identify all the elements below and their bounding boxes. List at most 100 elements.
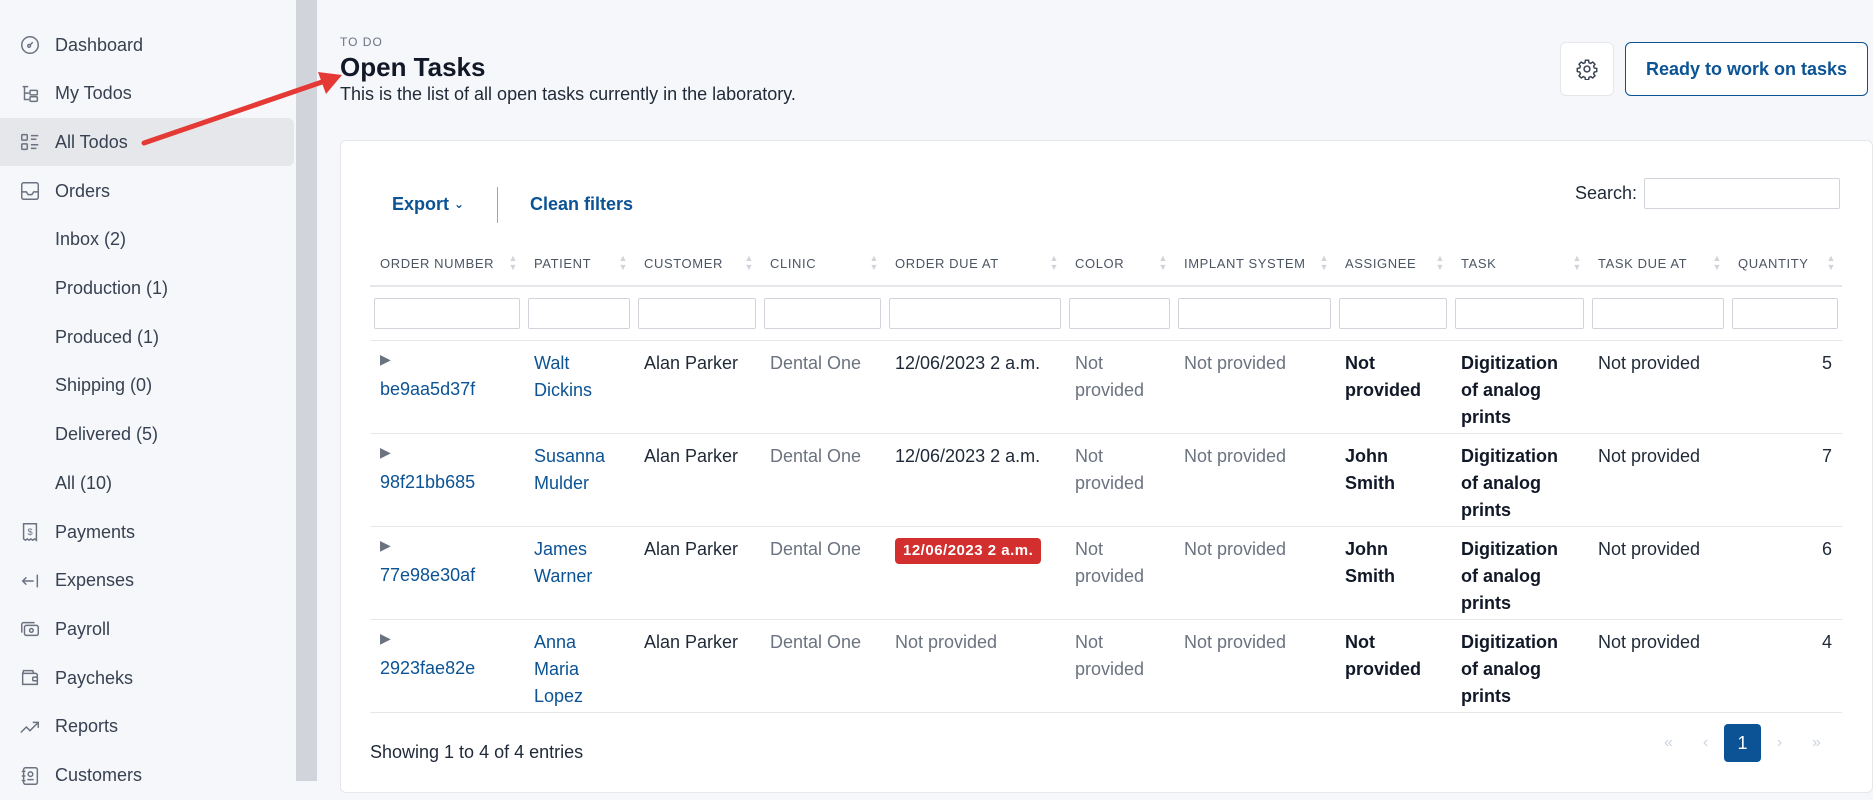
column-filter-input-patient[interactable]: [528, 297, 630, 329]
column-header-quantity[interactable]: QUANTITY ▲ ▼: [1728, 242, 1842, 287]
expand-row-icon[interactable]: ▶: [380, 629, 514, 647]
expand-row-icon[interactable]: ▶: [380, 443, 514, 461]
cell-assignee: John Smith: [1335, 526, 1451, 620]
column-filter-input-assignee[interactable]: [1339, 297, 1447, 329]
sidebar-item-delivered-5[interactable]: Delivered (5): [0, 411, 294, 459]
order-number-value[interactable]: be9aa5d37f: [380, 379, 475, 399]
last-page-button[interactable]: »: [1798, 724, 1835, 762]
customer-value: Alan Parker: [644, 445, 739, 466]
sort-icon[interactable]: ▲ ▼: [1319, 254, 1329, 272]
sidebar-item-my-todos[interactable]: My Todos: [0, 70, 294, 118]
sidebar-item-dashboard[interactable]: Dashboard: [0, 21, 294, 69]
sort-icon[interactable]: ▲ ▼: [618, 254, 628, 272]
column-filter-input-task[interactable]: [1455, 297, 1584, 329]
next-page-button[interactable]: ›: [1761, 724, 1798, 762]
cell-task: Digitization of analog prints: [1451, 433, 1588, 527]
column-header-color[interactable]: COLOR ▲ ▼: [1065, 242, 1174, 287]
column-header-implant-system[interactable]: IMPLANT SYSTEM ▲ ▼: [1174, 242, 1335, 287]
overdue-badge: 12/06/2023 2 a.m.: [895, 537, 1042, 564]
cell-order-due-at: 12/06/2023 2 a.m.: [885, 433, 1065, 527]
sidebar-item-produced-1[interactable]: Produced (1): [0, 313, 294, 361]
cell-color: Not provided: [1065, 526, 1174, 620]
column-header-clinic[interactable]: CLINIC ▲ ▼: [760, 242, 885, 287]
column-header-task[interactable]: TASK ▲ ▼: [1451, 242, 1588, 287]
page-1-button[interactable]: 1: [1724, 724, 1761, 762]
sidebar-item-shipping-0[interactable]: Shipping (0): [0, 362, 294, 410]
sidebar-item-customers[interactable]: Customers: [0, 752, 294, 800]
settings-button[interactable]: [1560, 42, 1614, 96]
search-input[interactable]: [1644, 178, 1840, 209]
sort-icon[interactable]: ▲ ▼: [508, 254, 518, 272]
sort-icon[interactable]: ▲ ▼: [1435, 254, 1445, 272]
column-header-patient[interactable]: PATIENT ▲ ▼: [524, 242, 634, 287]
patient-value[interactable]: Susanna Mulder: [534, 446, 605, 493]
sidebar-item-reports[interactable]: Reports: [0, 703, 294, 751]
column-filter-input-clinic[interactable]: [764, 297, 881, 329]
table-row[interactable]: ▶ 77e98e30af James Warner Alan Parker Dental…: [370, 526, 1842, 620]
sidebar: Dashboard My Todos All Todos Orders Inbox (2…: [0, 0, 296, 800]
filter-cell: [760, 286, 885, 341]
cell-assignee: John Smith: [1335, 433, 1451, 527]
sidebar-item-all-10[interactable]: All (10): [0, 459, 294, 507]
sort-icon[interactable]: ▲ ▼: [1572, 254, 1582, 272]
column-filter-input-customer[interactable]: [638, 297, 756, 329]
export-button[interactable]: Export ⌄: [370, 180, 486, 228]
sidebar-item-expenses[interactable]: Expenses: [0, 557, 294, 605]
patient-value[interactable]: Anna Maria Lopez: [534, 632, 583, 706]
sidebar-item-all-todos[interactable]: All Todos: [0, 118, 294, 167]
column-filter-input-implant-system[interactable]: [1178, 297, 1331, 329]
order-number-value[interactable]: 77e98e30af: [380, 565, 475, 585]
clean-filters-button[interactable]: Clean filters: [508, 180, 655, 228]
patient-value[interactable]: James Warner: [534, 539, 592, 586]
implant-system-value: Not provided: [1184, 538, 1287, 559]
column-filter-input-task-due-at[interactable]: [1592, 297, 1724, 329]
column-header-label: CUSTOMER: [644, 256, 723, 271]
expand-row-icon[interactable]: ▶: [380, 350, 514, 368]
expand-row-icon[interactable]: ▶: [380, 536, 514, 554]
sidebar-item-payroll[interactable]: Payroll: [0, 605, 294, 653]
sort-icon[interactable]: ▲ ▼: [1158, 254, 1168, 272]
sort-icon[interactable]: ▲ ▼: [744, 254, 754, 272]
task-due-at-value: Not provided: [1598, 631, 1701, 652]
order-number-value[interactable]: 98f21bb685: [380, 472, 475, 492]
sidebar-item-label: Shipping (0): [55, 375, 153, 396]
cell-order-due-at: 12/06/2023 2 a.m.: [885, 340, 1065, 434]
cell-implant-system: Not provided: [1174, 526, 1335, 620]
column-header-order-due-at[interactable]: ORDER DUE AT ▲ ▼: [885, 242, 1065, 287]
sidebar-item-inbox-2[interactable]: Inbox (2): [0, 216, 294, 264]
sidebar-item-orders[interactable]: Orders: [0, 167, 294, 215]
column-header-label: CLINIC: [770, 256, 817, 271]
column-filter-input-color[interactable]: [1069, 297, 1170, 329]
page-eyebrow: TO DO: [340, 35, 383, 49]
column-header-task-due-at[interactable]: TASK DUE AT ▲ ▼: [1588, 242, 1728, 287]
first-page-button[interactable]: «: [1650, 724, 1687, 762]
column-filter-input-order-due-at[interactable]: [889, 297, 1061, 329]
prev-page-button[interactable]: ‹: [1687, 724, 1724, 762]
sort-icon[interactable]: ▲ ▼: [1826, 254, 1836, 272]
cell-customer: Alan Parker: [634, 619, 760, 713]
cell-assignee: Not provided: [1335, 340, 1451, 434]
table-row[interactable]: ▶ be9aa5d37f Walt Dickins Alan Parker Dental…: [370, 340, 1842, 434]
sort-icon[interactable]: ▲ ▼: [1712, 254, 1722, 272]
sort-icon[interactable]: ▲ ▼: [869, 254, 879, 272]
sidebar-scrollbar[interactable]: [296, 0, 317, 781]
cell-implant-system: Not provided: [1174, 619, 1335, 713]
table-row[interactable]: ▶ 2923fae82e Anna Maria Lopez Alan Parker De…: [370, 619, 1842, 713]
column-header-customer[interactable]: CUSTOMER ▲ ▼: [634, 242, 760, 287]
filter-cell: [524, 286, 634, 341]
quantity-value: 4: [1821, 631, 1832, 652]
patient-value[interactable]: Walt Dickins: [534, 353, 592, 400]
export-label: Export: [392, 193, 450, 214]
cell-task-due-at: Not provided: [1588, 619, 1728, 713]
sort-icon[interactable]: ▲ ▼: [1049, 254, 1059, 272]
column-header-assignee[interactable]: ASSIGNEE ▲ ▼: [1335, 242, 1451, 287]
sidebar-item-production-1[interactable]: Production (1): [0, 265, 294, 313]
sidebar-item-paycheks[interactable]: Paycheks: [0, 654, 294, 702]
ready-to-work-button[interactable]: Ready to work on tasks: [1625, 42, 1868, 96]
sidebar-item-payments[interactable]: $ Payments: [0, 508, 294, 556]
column-filter-input-order-number[interactable]: [374, 297, 520, 329]
column-filter-input-quantity[interactable]: [1732, 297, 1838, 329]
order-number-value[interactable]: 2923fae82e: [380, 658, 475, 678]
column-header-order-number[interactable]: ORDER NUMBER ▲ ▼: [370, 242, 524, 287]
table-row[interactable]: ▶ 98f21bb685 Susanna Mulder Alan Parker Dent…: [370, 433, 1842, 527]
